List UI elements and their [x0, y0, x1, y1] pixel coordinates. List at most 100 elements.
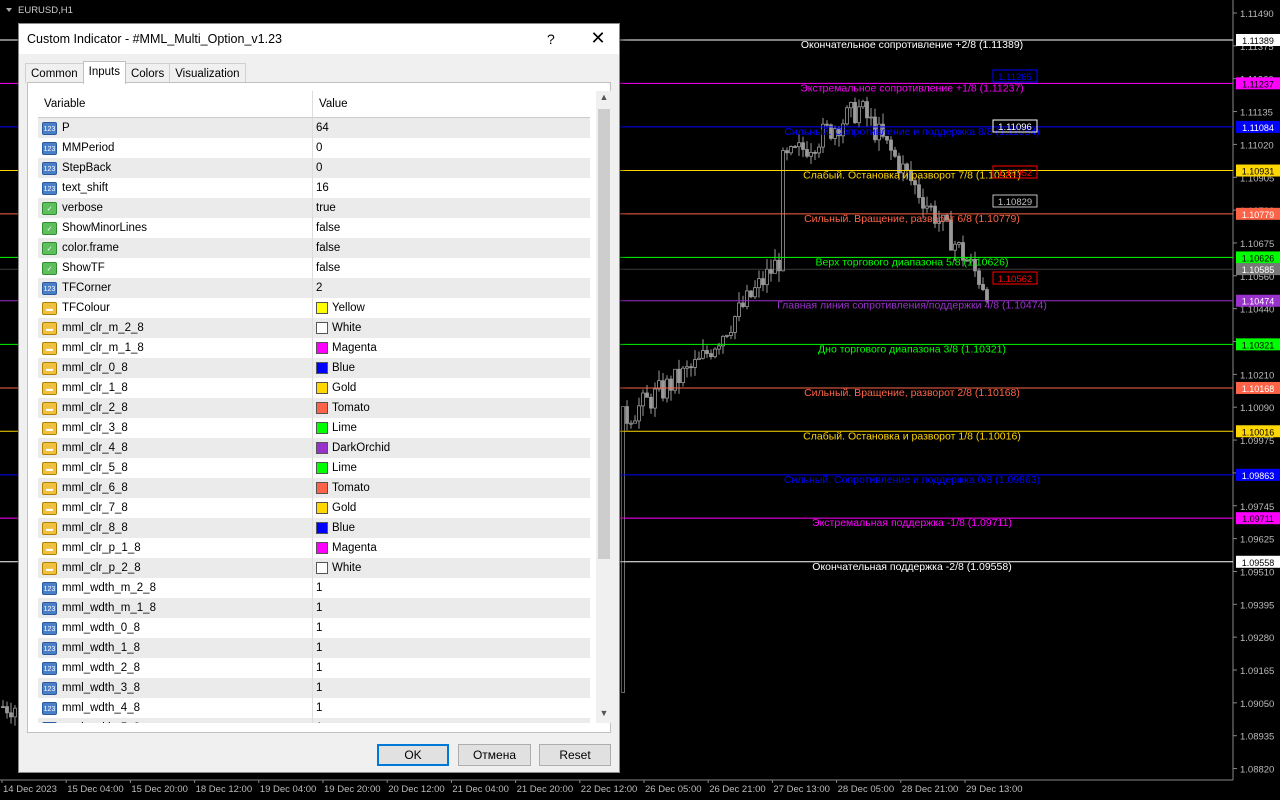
value-cell[interactable]: Lime [313, 418, 357, 438]
table-row[interactable]: 123 P 64 [38, 118, 590, 138]
value-cell[interactable]: White [313, 558, 361, 578]
value-cell[interactable]: Yellow [313, 298, 365, 318]
table-row[interactable]: 123 mml_wdth_m_2_8 1 [38, 578, 590, 598]
number-type-icon: 123 [42, 701, 57, 715]
mml-level-label: Окончательная поддержка -2/8 (1.09558) [812, 561, 1011, 573]
candle-body [685, 366, 689, 369]
table-row[interactable]: ▬ mml_clr_0_8 Blue [38, 358, 590, 378]
value-cell[interactable]: false [313, 258, 340, 278]
color-swatch [316, 502, 328, 514]
scroll-thumb[interactable] [598, 109, 610, 559]
variable-name: mml_clr_p_2_8 [62, 562, 141, 574]
value-cell[interactable]: Tomato [313, 398, 370, 418]
tab-common[interactable]: Common [25, 63, 84, 83]
candle-body [869, 116, 873, 119]
value-cell[interactable]: 64 [313, 118, 329, 138]
value-text: true [316, 202, 336, 214]
value-text: Magenta [332, 342, 377, 354]
candle-body [677, 368, 681, 384]
value-cell[interactable]: 1 [313, 658, 322, 678]
table-row[interactable]: ▬ mml_clr_3_8 Lime [38, 418, 590, 438]
value-cell[interactable]: 1 [313, 678, 322, 698]
mml-level-label: Сильный. Вращение, разворот 2/8 (1.10168… [804, 387, 1020, 399]
value-cell[interactable]: White [313, 318, 361, 338]
table-row[interactable]: 123 mml_wdth_m_1_8 1 [38, 598, 590, 618]
value-cell[interactable]: DarkOrchid [313, 438, 390, 458]
current-price-text: 1.10585 [1242, 265, 1275, 275]
value-cell[interactable]: 0 [313, 158, 322, 178]
value-cell[interactable]: Magenta [313, 338, 377, 358]
table-row[interactable]: 123 text_shift 16 [38, 178, 590, 198]
table-row[interactable]: ▬ mml_clr_6_8 Tomato [38, 478, 590, 498]
table-row[interactable]: ✓ verbose true [38, 198, 590, 218]
table-row[interactable]: ✓ color.frame false [38, 238, 590, 258]
value-cell[interactable]: 1 [313, 578, 322, 598]
tab-colors[interactable]: Colors [124, 63, 171, 83]
column-header-value[interactable]: Value [313, 91, 348, 117]
value-cell[interactable]: 1 [313, 638, 322, 658]
value-cell[interactable]: Gold [313, 498, 356, 518]
table-row[interactable]: ▬ TFColour Yellow [38, 298, 590, 318]
table-row[interactable]: 123 mml_wdth_0_8 1 [38, 618, 590, 638]
color-type-icon: ▬ [42, 481, 57, 495]
value-cell[interactable]: false [313, 238, 340, 258]
price-tick-label: 1.11135 [1240, 108, 1273, 119]
value-cell[interactable]: 1 [313, 618, 322, 638]
table-row[interactable]: ▬ mml_clr_m_2_8 White [38, 318, 590, 338]
grid-scrollbar[interactable]: ▲ ▼ [596, 91, 612, 723]
tab-visualization[interactable]: Visualization [169, 63, 246, 83]
value-cell[interactable]: false [313, 218, 340, 238]
table-row[interactable]: 123 mml_wdth_4_8 1 [38, 698, 590, 718]
symbol-label: EURUSD,H1 [18, 5, 73, 16]
mml-level-label: Дно торгового диапазона 3/8 (1.10321) [818, 343, 1006, 355]
value-cell[interactable]: true [313, 198, 336, 218]
dialog-title-bar[interactable]: Custom Indicator - #MML_Multi_Option_v1.… [19, 24, 619, 54]
table-row[interactable]: 123 StepBack 0 [38, 158, 590, 178]
scroll-up-icon[interactable]: ▲ [598, 92, 610, 106]
table-row[interactable]: 123 TFCorner 2 [38, 278, 590, 298]
table-row[interactable]: 123 mml_wdth_2_8 1 [38, 658, 590, 678]
value-cell[interactable]: Lime [313, 458, 357, 478]
candle-body [861, 101, 865, 108]
table-row[interactable]: 123 mml_wdth_5_8 1 [38, 718, 590, 723]
table-row[interactable]: ▬ mml_clr_7_8 Gold [38, 498, 590, 518]
close-icon[interactable]: ✕ [587, 27, 609, 49]
value-cell[interactable]: Gold [313, 378, 356, 398]
help-icon[interactable]: ? [547, 31, 555, 47]
scroll-down-icon[interactable]: ▼ [598, 708, 610, 722]
table-row[interactable]: ▬ mml_clr_p_2_8 White [38, 558, 590, 578]
table-row[interactable]: ▬ mml_clr_m_1_8 Magenta [38, 338, 590, 358]
table-row[interactable]: ✓ ShowMinorLines false [38, 218, 590, 238]
candle-body [785, 150, 789, 154]
value-cell[interactable]: 0 [313, 138, 322, 158]
value-cell[interactable]: Magenta [313, 538, 377, 558]
table-row[interactable]: ▬ mml_clr_5_8 Lime [38, 458, 590, 478]
time-tick-label: 15 Dec 20:00 [131, 784, 188, 795]
table-row[interactable]: ▬ mml_clr_8_8 Blue [38, 518, 590, 538]
value-cell[interactable]: Blue [313, 358, 355, 378]
value-cell[interactable]: 16 [313, 178, 329, 198]
value-cell[interactable]: 1 [313, 698, 322, 718]
table-row[interactable]: ▬ mml_clr_p_1_8 Magenta [38, 538, 590, 558]
number-type-icon: 123 [42, 121, 57, 135]
tab-inputs[interactable]: Inputs [82, 61, 126, 84]
table-row[interactable]: ▬ mml_clr_1_8 Gold [38, 378, 590, 398]
value-cell[interactable]: 1 [313, 598, 322, 618]
table-row[interactable]: 123 mml_wdth_3_8 1 [38, 678, 590, 698]
cancel-button[interactable]: Отмена [458, 744, 531, 766]
ok-button[interactable]: OK [377, 744, 449, 766]
value-cell[interactable]: Tomato [313, 478, 370, 498]
column-header-variable[interactable]: Variable [38, 91, 313, 117]
reset-button[interactable]: Reset [539, 744, 611, 766]
table-row[interactable]: ▬ mml_clr_4_8 DarkOrchid [38, 438, 590, 458]
grid-header: Variable Value [38, 91, 590, 118]
table-row[interactable]: ✓ ShowTF false [38, 258, 590, 278]
value-cell[interactable]: 2 [313, 278, 322, 298]
table-row[interactable]: 123 mml_wdth_1_8 1 [38, 638, 590, 658]
value-cell[interactable]: 1 [313, 718, 322, 723]
price-level-badge-text: 1.11237 [1242, 79, 1274, 89]
table-row[interactable]: 123 MMPeriod 0 [38, 138, 590, 158]
table-row[interactable]: ▬ mml_clr_2_8 Tomato [38, 398, 590, 418]
color-swatch [316, 362, 328, 374]
value-cell[interactable]: Blue [313, 518, 355, 538]
